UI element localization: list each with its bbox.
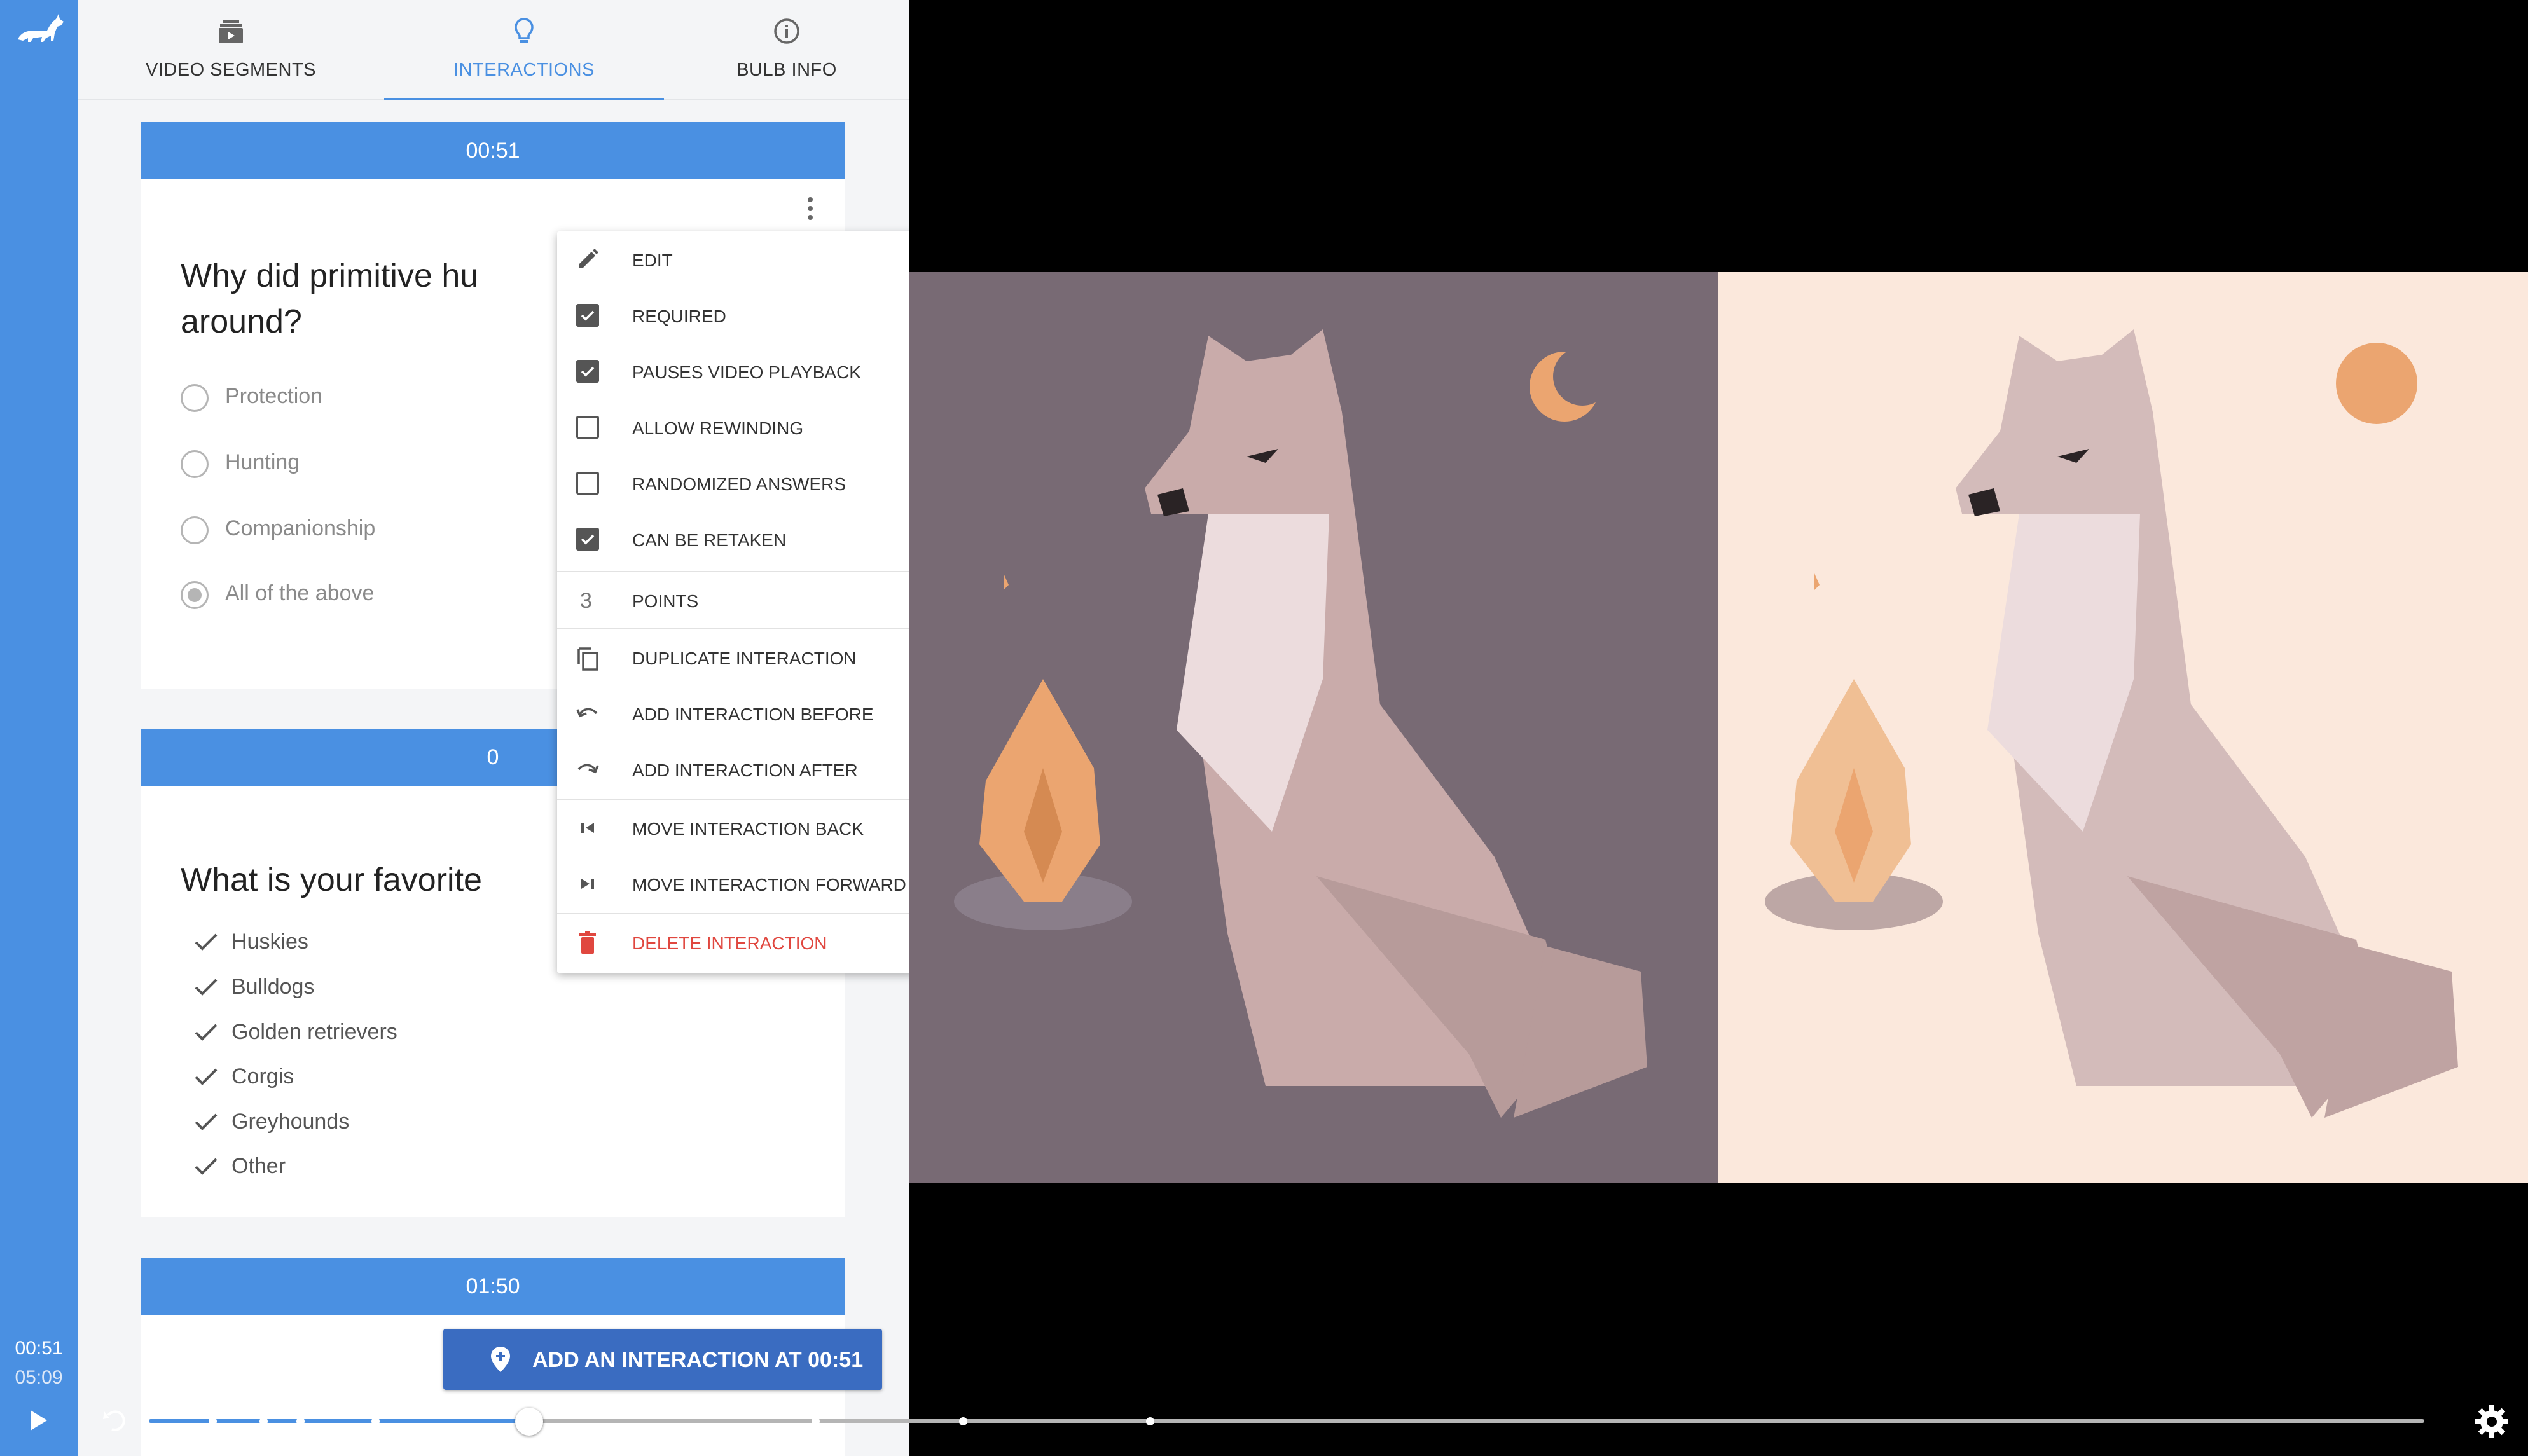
map-pin-plus-icon [491, 1347, 510, 1372]
menu-label: CAN BE RETAKEN [632, 530, 787, 550]
menu-label: REQUIRED [632, 306, 726, 326]
answer-label: Hunting [225, 450, 300, 474]
tab-interactions[interactable]: INTERACTIONS [384, 0, 664, 100]
total-time: 05:09 [15, 1367, 63, 1388]
menu-label: ALLOW REWINDING [632, 418, 804, 438]
menu-item-move-forward[interactable]: MOVE INTERACTION FORWARD [557, 856, 909, 912]
menu-label: ADD INTERACTION AFTER [632, 760, 858, 780]
interaction-marker[interactable] [209, 1417, 217, 1425]
choice-label: Greyhounds [231, 1109, 350, 1134]
radio-button-selected[interactable] [181, 581, 209, 609]
left-rail: 00:51 05:09 [0, 0, 78, 1456]
menu-item-randomized-answers[interactable]: RANDOMIZED ANSWERS [557, 455, 909, 511]
tab-video-segments[interactable]: VIDEO SEGMENTS [78, 0, 384, 100]
menu-item-delete[interactable]: DELETE INTERACTION [557, 914, 909, 970]
question-text: What is your favorite [181, 862, 482, 898]
play-icon[interactable] [24, 1405, 52, 1436]
question-text: Why did primitive hu [181, 258, 479, 294]
redo-icon [577, 764, 599, 774]
menu-item-points[interactable]: 3 POINTS [557, 572, 909, 628]
tab-bar: VIDEO SEGMENTS INTERACTIONS BULB INFO [78, 0, 909, 100]
tab-label: BULB INFO [736, 60, 837, 80]
menu-item-required[interactable]: REQUIRED [557, 287, 909, 343]
interactions-sidebar: VIDEO SEGMENTS INTERACTIONS BULB INFO 00… [78, 0, 909, 1456]
video-frame[interactable] [909, 272, 2528, 1183]
radio-button[interactable] [181, 384, 209, 412]
choice-label: Golden retrievers [231, 1020, 397, 1044]
skip-forward-icon [581, 879, 594, 889]
question-text-line2: around? [181, 303, 302, 340]
undo-icon [576, 708, 598, 718]
timeline-handle[interactable] [515, 1408, 543, 1436]
copy-icon [577, 647, 598, 671]
menu-item-allow-rewinding[interactable]: ALLOW REWINDING [557, 399, 909, 455]
randomized-answers-checkbox[interactable] [576, 472, 599, 495]
gear-icon[interactable] [2473, 1403, 2511, 1441]
menu-label: MOVE INTERACTION BACK [632, 819, 864, 839]
pencil-icon [579, 249, 598, 268]
interaction-marker[interactable] [371, 1417, 380, 1425]
interaction-timestamp-bar[interactable]: 01:50 [141, 1258, 845, 1315]
menu-item-pauses-playback[interactable]: PAUSES VIDEO PLAYBACK [557, 343, 909, 399]
menu-label: MOVE INTERACTION FORWARD [632, 875, 906, 895]
menu-item-move-back[interactable]: MOVE INTERACTION BACK [557, 800, 909, 856]
replay-icon[interactable] [99, 1405, 130, 1436]
tab-label: VIDEO SEGMENTS [145, 60, 317, 80]
interaction-timestamp-bar[interactable]: 00:51 [141, 122, 845, 179]
answer-label: All of the above [225, 581, 375, 605]
menu-item-add-before[interactable]: ADD INTERACTION BEFORE [557, 685, 909, 741]
more-options-icon[interactable] [804, 193, 817, 226]
menu-item-add-after[interactable]: ADD INTERACTION AFTER [557, 741, 909, 797]
interaction-marker[interactable] [812, 1417, 820, 1425]
allow-rewinding-checkbox[interactable] [576, 416, 599, 439]
timeline-progress [149, 1419, 529, 1423]
answer-label: Companionship [225, 516, 376, 540]
check-icon [195, 1068, 218, 1085]
check-icon [195, 933, 218, 951]
menu-label: PAUSES VIDEO PLAYBACK [632, 362, 861, 382]
skip-back-icon [581, 823, 594, 833]
check-icon [195, 1024, 218, 1041]
menu-label: POINTS [632, 591, 699, 611]
interaction-marker[interactable] [1146, 1417, 1154, 1425]
interaction-marker[interactable] [959, 1417, 967, 1425]
dog-logo-icon[interactable] [14, 11, 65, 50]
required-checkbox[interactable] [576, 304, 599, 327]
menu-label: DELETE INTERACTION [632, 933, 827, 953]
interaction-marker[interactable] [296, 1417, 305, 1425]
menu-item-can-be-retaken[interactable]: CAN BE RETAKEN [557, 511, 909, 567]
current-time: 00:51 [15, 1338, 63, 1359]
tab-bulb-info[interactable]: BULB INFO [664, 0, 909, 100]
add-interaction-button[interactable]: ADD AN INTERACTION AT 00:51 [443, 1329, 882, 1390]
menu-label: ADD INTERACTION BEFORE [632, 704, 874, 724]
choice-label: Other [231, 1154, 286, 1178]
answer-label: Protection [225, 384, 323, 408]
choice-label: Huskies [231, 930, 308, 954]
interaction-marker[interactable] [259, 1417, 268, 1425]
lightbulb-icon [515, 18, 534, 43]
radio-button[interactable] [181, 450, 209, 478]
choice-label: Bulldogs [231, 975, 315, 999]
menu-label: DUPLICATE INTERACTION [632, 649, 857, 668]
pauses-playback-checkbox[interactable] [576, 360, 599, 383]
menu-label: RANDOMIZED ANSWERS [632, 474, 846, 494]
can-be-retaken-checkbox[interactable] [576, 528, 599, 551]
interaction-context-menu: EDIT REQUIRED PAUSES VIDEO PLAYBACK ALLO… [557, 231, 909, 973]
check-icon [195, 1158, 218, 1175]
menu-label: EDIT [632, 251, 673, 270]
trash-icon [579, 931, 596, 954]
menu-item-duplicate[interactable]: DUPLICATE INTERACTION [557, 629, 909, 685]
wolf-illustration [909, 272, 2528, 1183]
info-icon [774, 18, 799, 44]
playback-progress [78, 1386, 2528, 1456]
radio-button[interactable] [181, 516, 209, 544]
tab-label: INTERACTIONS [453, 60, 595, 80]
points-value[interactable]: 3 [580, 589, 592, 614]
check-icon [195, 979, 218, 996]
choice-label: Corgis [231, 1064, 294, 1089]
check-icon [195, 1113, 218, 1130]
video-segments-icon [219, 20, 243, 43]
menu-item-edit[interactable]: EDIT [557, 231, 909, 287]
add-interaction-label: ADD AN INTERACTION AT 00:51 [532, 1348, 864, 1372]
